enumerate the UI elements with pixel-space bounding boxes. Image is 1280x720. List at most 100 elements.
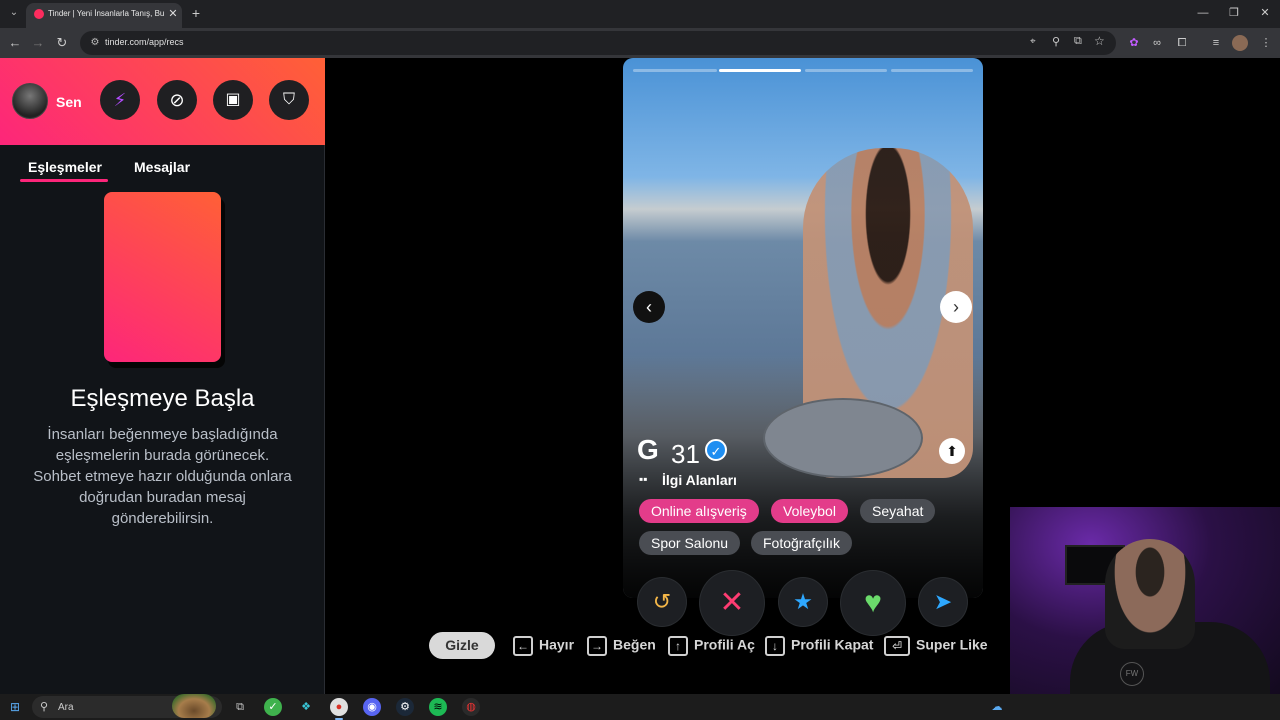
webcam-overlay: FW [1010, 507, 1280, 694]
steam-icon[interactable]: ⚙ [396, 698, 414, 716]
hint-label: Beğen [613, 636, 656, 653]
empty-matches-illustration [104, 192, 221, 362]
extension-glasses-icon[interactable]: ∞ [1149, 35, 1165, 51]
chrome-icon[interactable]: ● [330, 698, 348, 720]
reload-button[interactable]: ↻ [53, 34, 71, 52]
weather-icon[interactable]: ☁ [988, 698, 1006, 716]
interests-label: İlgi Alanları [662, 472, 737, 488]
up-arrow-key-icon: ↑ [668, 636, 688, 656]
keyboard-hint-close-profile: ↓ Profili Kapat [765, 636, 873, 656]
profile-avatar-icon[interactable] [1232, 35, 1248, 51]
back-button[interactable]: ← [6, 34, 24, 52]
tab-search-button[interactable]: ⌄ [6, 5, 22, 21]
address-bar-row: ← → ↻ ⚙ tinder.com/app/recs ⌖ ⚲ ⧉ ☆ ✿ ∞ … [0, 28, 1280, 58]
user-name[interactable]: Sen [56, 94, 82, 110]
interests-grid-icon: ▪▪ [639, 472, 648, 486]
hint-label: Super Like [916, 636, 988, 653]
obs-record-icon[interactable]: ◍ [462, 698, 480, 716]
avatar[interactable] [12, 83, 48, 119]
shield-icon[interactable]: ⛉ [269, 80, 309, 120]
right-arrow-key-icon: → [587, 636, 607, 656]
hint-label: Hayır [539, 636, 575, 653]
profile-photo-table [763, 398, 923, 478]
search-icon: ⚲ [40, 701, 49, 713]
boost-lightning-icon[interactable]: ⚡ [100, 80, 140, 120]
browser-menu-icon[interactable]: ⋮ [1258, 35, 1274, 51]
tab-title: Tinder | Yeni İnsanlarla Tanış, Bu [48, 9, 164, 18]
briefcase-icon[interactable]: ▣ [213, 80, 253, 120]
window-close-button[interactable]: ✕ [1250, 5, 1280, 21]
site-info-icon[interactable]: ⚙ [88, 36, 102, 50]
interest-chip: Fotoğrafçılık [751, 531, 853, 555]
keyboard-hint-like: → Beğen [587, 636, 656, 656]
forward-button[interactable]: → [29, 34, 47, 52]
tab-matches[interactable]: Eşleşmeler [28, 159, 102, 175]
matches-sidebar: Sen ⚡ ⊘ ▣ ⛉ Eşleşmeler Mesajlar Eşleşmey… [0, 58, 325, 694]
profile-age: 31 [671, 439, 700, 469]
previous-photo-button[interactable]: ‹ [633, 291, 665, 323]
extensions-puzzle-icon[interactable]: ⧠ [1174, 35, 1190, 51]
tinder-favicon-icon [34, 9, 44, 19]
keyboard-hint-super-like: ⏎ Super Like [884, 636, 988, 656]
interest-chip: Online alışveriş [639, 499, 759, 523]
omnibox[interactable]: ⚙ tinder.com/app/recs ⌖ ⚲ ⧉ ☆ [80, 31, 1116, 55]
app-teal-icon[interactable]: ❖ [297, 698, 315, 716]
tab-messages[interactable]: Mesajlar [134, 159, 190, 175]
minimize-button[interactable]: — [1188, 5, 1218, 21]
restore-button[interactable]: ❐ [1219, 5, 1249, 21]
keyboard-hint-nope: ← Hayır [513, 636, 574, 656]
verified-badge-icon: ✓ [705, 439, 727, 461]
photo-progress-bar-active[interactable] [719, 69, 801, 72]
windows-taskbar: ⊞ ⚲ Ara ⧉ ✓ ❖ ● ◉ ⚙ ≋ ◍ ☁ [0, 694, 1280, 720]
zoom-icon[interactable]: ⚲ [1052, 35, 1060, 48]
webcam-streamer [1105, 539, 1195, 649]
rewind-button[interactable]: ↺ [638, 578, 686, 626]
enter-key-icon: ⏎ [884, 636, 910, 656]
photo-progress-bar[interactable] [633, 69, 717, 72]
location-icon[interactable]: ⌖ [1030, 36, 1036, 47]
app-green-icon[interactable]: ✓ [264, 698, 282, 716]
sidebar-header: Sen ⚡ ⊘ ▣ ⛉ [0, 58, 325, 145]
streamer-logo-icon: FW [1120, 662, 1144, 686]
empty-state-title: Eşleşmeye Başla [70, 385, 255, 412]
search-highlight-image [172, 694, 216, 718]
spotify-icon[interactable]: ≋ [429, 698, 447, 716]
profile-card[interactable]: ‹ › G 31 ✓ ⬆ ▪▪ İlgi Alanları Online alı… [623, 58, 983, 598]
taskbar-search-placeholder: Ara [58, 702, 74, 713]
install-app-icon[interactable]: ⧉ [1074, 35, 1082, 48]
discord-icon[interactable]: ◉ [363, 698, 381, 716]
interest-chip: Spor Salonu [639, 531, 741, 555]
task-view-icon[interactable]: ⧉ [231, 698, 249, 716]
photo-progress-bar[interactable] [891, 69, 973, 72]
profile-name: G [637, 434, 659, 465]
explore-compass-icon[interactable]: ⊘ [157, 80, 197, 120]
open-profile-arrow-icon[interactable]: ⬆ [939, 438, 965, 464]
browser-tab-bar: ⌄ Tinder | Yeni İnsanlarla Tanış, Bu ✕ +… [0, 0, 1280, 28]
keyboard-hint-open-profile: ↑ Profili Aç [668, 636, 755, 656]
new-tab-button[interactable]: + [188, 5, 204, 21]
boost-send-button[interactable]: ➤ [919, 578, 967, 626]
hide-hints-button[interactable]: Gizle [429, 632, 495, 659]
tab-close-icon[interactable]: ✕ [166, 7, 180, 21]
bookmark-star-icon[interactable]: ☆ [1094, 34, 1105, 48]
windows-start-icon[interactable]: ⊞ [10, 700, 24, 714]
interest-chip: Seyahat [860, 499, 936, 523]
url-text[interactable]: tinder.com/app/recs [105, 37, 184, 47]
next-photo-button[interactable]: › [940, 291, 972, 323]
super-like-button[interactable]: ★ [779, 578, 827, 626]
photo-progress-bar[interactable] [805, 69, 887, 72]
empty-state-text: İnsanları beğenmeye başladığında eşleşme… [33, 426, 292, 527]
active-tab-indicator [20, 179, 108, 182]
hint-label: Profili Aç [694, 636, 755, 653]
like-button[interactable]: ♥ [841, 571, 905, 635]
extension-icon[interactable]: ✿ [1126, 35, 1142, 51]
nope-button[interactable]: ✕ [700, 571, 764, 635]
interest-chip: Voleybol [771, 499, 848, 523]
media-controls-icon[interactable]: ≡ [1208, 35, 1224, 51]
taskbar-search[interactable]: ⚲ Ara [32, 694, 222, 718]
browser-tab[interactable]: Tinder | Yeni İnsanlarla Tanış, Bu ✕ [26, 3, 182, 28]
sidebar-tabs: Eşleşmeler Mesajlar [0, 145, 325, 189]
down-arrow-key-icon: ↓ [765, 636, 785, 656]
hint-label: Profili Kapat [791, 636, 874, 653]
left-arrow-key-icon: ← [513, 636, 533, 656]
